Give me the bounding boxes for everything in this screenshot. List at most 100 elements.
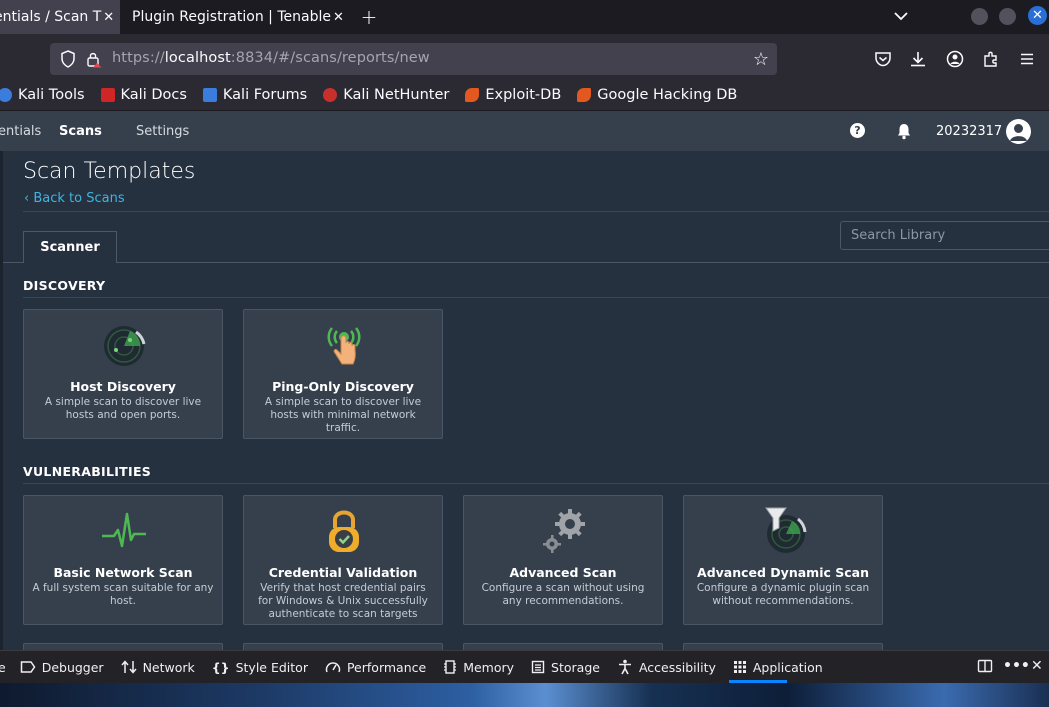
sidebar-edge <box>0 151 3 650</box>
style-editor-icon: {} <box>211 659 230 675</box>
user-avatar-icon[interactable] <box>1006 119 1031 144</box>
tab-title: entials / Scan T <box>0 9 102 25</box>
dock-layout-icon[interactable] <box>977 658 993 674</box>
template-card-host-discovery[interactable]: Host Discovery A simple scan to discover… <box>23 309 223 439</box>
kali-tools-icon <box>0 88 12 102</box>
url-text[interactable]: https://localhost:8834/#/scans/reports/n… <box>112 50 430 66</box>
bookmark-label: Kali Tools <box>18 87 85 103</box>
tracking-shield-icon[interactable] <box>60 50 76 68</box>
bookmark-label: Kali Forums <box>222 87 308 103</box>
devtools-tab-accessibility[interactable]: Accessibility <box>617 659 716 675</box>
devtools-tab-debugger[interactable]: Debugger <box>20 660 104 675</box>
search-library-input[interactable]: Search Library <box>840 221 1049 250</box>
nav-settings[interactable]: Settings <box>136 124 189 139</box>
template-card[interactable] <box>23 643 223 650</box>
card-description: Configure a scan without using any recom… <box>481 582 645 607</box>
card-description: Configure a dynamic plugin scan without … <box>696 582 870 607</box>
close-window-icon[interactable]: ✕ <box>1028 6 1047 25</box>
bookmark-label: Exploit-DB <box>485 87 562 103</box>
account-icon[interactable] <box>946 50 964 68</box>
filter-radar-icon <box>765 507 807 553</box>
nav-scans[interactable]: Scans <box>59 124 102 139</box>
ping-hand-icon <box>327 327 361 365</box>
bookmark-exploit-db[interactable]: Exploit-DB <box>465 87 561 103</box>
bookmark-star-icon[interactable]: ☆ <box>753 49 769 70</box>
tab-close-icon[interactable]: ✕ <box>331 10 346 25</box>
devtools-tab-label: Memory <box>463 659 515 675</box>
tab-list-chevron-icon[interactable] <box>894 6 908 25</box>
bookmark-label: Google Hacking DB <box>597 87 738 103</box>
bookmarks-toolbar: Kali Tools Kali Docs Kali Forums Kali Ne… <box>0 80 1049 110</box>
pocket-icon[interactable] <box>874 50 892 68</box>
padlock-icon <box>329 510 359 552</box>
ghdb-icon <box>577 88 592 102</box>
template-card[interactable] <box>683 643 883 650</box>
chevron-left-icon: ‹ <box>24 191 34 206</box>
template-card-advanced-dynamic-scan[interactable]: Advanced Dynamic Scan Configure a dynami… <box>683 495 883 625</box>
template-card-basic-network-scan[interactable]: Basic Network Scan A full system scan su… <box>23 495 223 625</box>
devtools-tab-storage[interactable]: Storage <box>531 660 600 675</box>
nav-credentials[interactable]: entials <box>0 124 41 139</box>
bookmark-google-hacking-db[interactable]: Google Hacking DB <box>577 87 737 103</box>
heartbeat-icon <box>102 512 146 548</box>
url-host: localhost <box>164 50 231 66</box>
more-options-icon[interactable]: ••• <box>1003 658 1030 674</box>
minimize-window-icon[interactable] <box>971 8 988 25</box>
divider <box>3 262 23 263</box>
tab-scanner[interactable]: Scanner <box>23 231 117 263</box>
performance-icon <box>325 662 341 673</box>
divider <box>23 211 1049 212</box>
template-card[interactable] <box>463 643 663 650</box>
page-title: Scan Templates <box>23 159 196 184</box>
card-description: Verify that host credential pairs for Wi… <box>258 582 428 620</box>
devtools-tab-network[interactable]: Network <box>121 659 195 675</box>
back-link-label: Back to Scans <box>33 191 125 206</box>
devtools-tab-performance[interactable]: Performance <box>325 660 426 675</box>
devtools-tab-style-editor[interactable]: {} Style Editor <box>212 660 308 675</box>
maximize-window-icon[interactable] <box>999 8 1016 25</box>
tab-plugin-registration[interactable]: Plugin Registration | Tenable ✕ <box>120 0 350 34</box>
bookmark-kali-tools[interactable]: Kali Tools <box>0 87 85 103</box>
network-icon <box>121 660 137 674</box>
template-card-advanced-scan[interactable]: Advanced Scan Configure a scan without u… <box>463 495 663 625</box>
url-scheme: https:// <box>112 50 165 66</box>
url-bar[interactable]: https://localhost:8834/#/scans/reports/n… <box>50 43 777 75</box>
devtools-tab-label: Application <box>752 659 823 675</box>
menu-hamburger-icon[interactable] <box>1018 50 1036 68</box>
downloads-icon[interactable] <box>909 50 927 68</box>
devtools-tab-memory[interactable]: Memory <box>443 659 514 675</box>
help-icon[interactable]: ? <box>850 123 865 138</box>
card-description: A simple scan to discover live hosts wit… <box>264 396 422 434</box>
tab-close-icon[interactable]: ✕ <box>101 10 116 25</box>
bookmark-kali-nethunter[interactable]: Kali NetHunter <box>323 87 449 103</box>
divider <box>116 262 1049 263</box>
devtools-tab-label: Performance <box>346 659 427 675</box>
tab-scan-templates[interactable]: entials / Scan T ✕ <box>0 0 120 34</box>
kali-forums-icon <box>202 88 217 102</box>
bookmark-kali-forums[interactable]: Kali Forums <box>202 87 308 103</box>
application-icon <box>733 661 746 673</box>
back-to-scans-link[interactable]: ‹ Back to Scans <box>24 191 125 206</box>
divider <box>23 483 1049 484</box>
main-content: Scan Templates ‹ Back to Scans Search Li… <box>0 151 1049 650</box>
memory-icon <box>444 660 457 674</box>
devtools-tab-label: Debugger <box>41 659 104 675</box>
card-title: Host Discovery <box>70 379 176 394</box>
bookmark-kali-docs[interactable]: Kali Docs <box>100 87 187 103</box>
template-card-credential-validation[interactable]: Credential Validation Verify that host c… <box>243 495 443 625</box>
template-card[interactable] <box>243 643 443 650</box>
close-devtools-icon[interactable]: ✕ <box>1031 658 1043 674</box>
accessibility-icon <box>618 659 631 675</box>
notifications-bell-icon[interactable] <box>896 122 912 140</box>
username[interactable]: 20232317 <box>936 124 1002 139</box>
app-header: entials Scans Settings ? 20232317 <box>0 111 1049 151</box>
devtools-tab-application[interactable]: Application <box>733 660 823 675</box>
devtools-tab-label: Storage <box>551 659 600 675</box>
extensions-icon[interactable] <box>982 50 1000 68</box>
kali-nethunter-icon <box>323 88 338 102</box>
new-tab-button[interactable]: + <box>354 5 384 29</box>
devtools-tab-console[interactable]: e <box>0 660 6 675</box>
lock-warning-icon[interactable] <box>86 50 102 68</box>
template-card-ping-only-discovery[interactable]: Ping-Only Discovery A simple scan to dis… <box>243 309 443 439</box>
tab-title: Plugin Registration | Tenable <box>132 9 331 25</box>
